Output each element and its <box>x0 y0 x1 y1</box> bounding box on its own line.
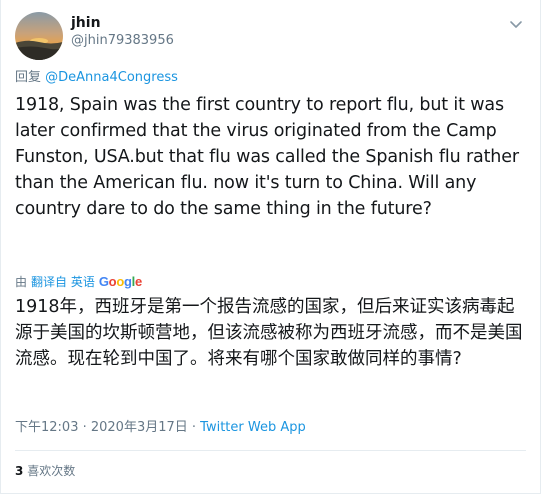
tweet-card: jhin @jhin79383956 回复 @DeAnna4Congress 1… <box>0 0 541 494</box>
user-avatar[interactable] <box>15 12 63 60</box>
reply-context: 回复 @DeAnna4Congress <box>15 66 178 85</box>
display-name[interactable]: jhin <box>71 14 174 32</box>
likes-stat[interactable]: 3 喜欢次数 <box>15 462 75 479</box>
translation-attribution: 由 翻译自 英语 Google <box>15 273 142 290</box>
translated-text: 1918年，西班牙是第一个报告流感的国家，但后来证实该病毒起源于美国的坎斯顿营地… <box>15 297 523 369</box>
translate-link[interactable]: 翻译自 英语 <box>31 273 95 290</box>
tweet-text: 1918, Spain was the first country to rep… <box>15 95 519 219</box>
likes-count: 3 <box>15 464 24 478</box>
google-logo: Google <box>98 274 142 289</box>
reply-mention-link[interactable]: @DeAnna4Congress <box>45 70 178 85</box>
divider <box>15 450 526 451</box>
sunset-landscape-avatar-icon <box>15 12 63 60</box>
tweet-timestamp[interactable]: 下午12:03 · 2020年3月17日 · <box>15 420 200 435</box>
translation-prefix: 由 <box>15 275 28 289</box>
user-info: jhin @jhin79383956 <box>71 14 174 50</box>
source-app-link[interactable]: Twitter Web App <box>200 420 306 435</box>
reply-prefix: 回复 <box>15 70 42 85</box>
chevron-down-icon[interactable] <box>506 14 526 34</box>
likes-label: 喜欢次数 <box>27 464 76 478</box>
tweet-metadata: 下午12:03 · 2020年3月17日 · Twitter Web App <box>15 416 306 435</box>
user-handle[interactable]: @jhin79383956 <box>71 32 174 50</box>
